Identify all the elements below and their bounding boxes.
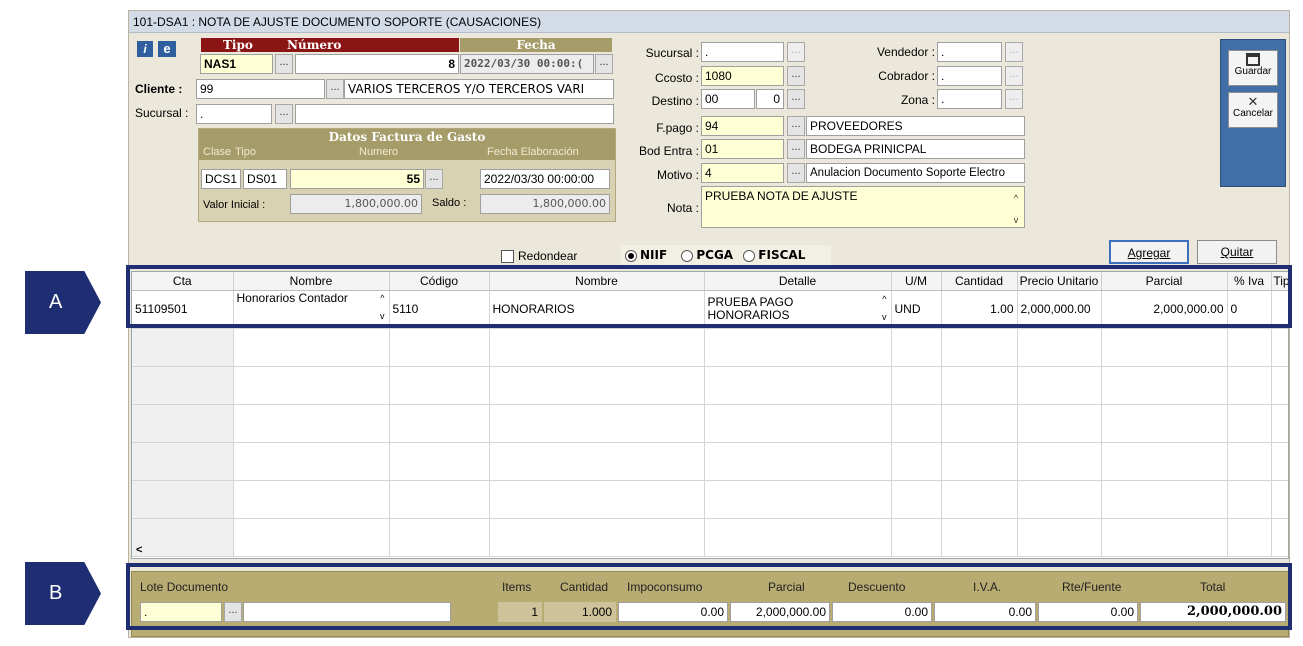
sucursal-name-field[interactable] bbox=[295, 104, 614, 124]
sucursal-lookup-button[interactable]: ... bbox=[275, 104, 293, 124]
saldo-field[interactable]: 1,800,000.00 bbox=[480, 194, 610, 214]
cobrador-label: Cobrador : bbox=[878, 69, 935, 83]
nota-scroll-up-icon[interactable]: ^ bbox=[1011, 189, 1021, 207]
cobrador-lookup-button[interactable]: ... bbox=[1005, 66, 1023, 86]
vendedor-lookup-button[interactable]: ... bbox=[1005, 42, 1023, 62]
destino-lookup-button[interactable]: ... bbox=[787, 89, 805, 109]
table-row[interactable] bbox=[132, 480, 1288, 519]
quitar-button[interactable]: Quitar bbox=[1197, 240, 1277, 264]
nota-field[interactable]: PRUEBA NOTA DE AJUSTE ^ v bbox=[701, 186, 1025, 228]
factura-tipo-field[interactable]: DS01 bbox=[243, 169, 287, 189]
agregar-button[interactable]: Agregar bbox=[1109, 240, 1189, 264]
cliente-code-field[interactable]: 99 bbox=[196, 79, 325, 99]
table-row[interactable] bbox=[132, 328, 1288, 367]
annotation-b: B bbox=[25, 562, 101, 625]
action-side-panel: Guardar ✕ Cancelar bbox=[1220, 39, 1286, 187]
e-doc-icon[interactable]: e bbox=[158, 41, 176, 57]
annotation-a-box bbox=[126, 265, 1292, 328]
bodentra-lookup-button[interactable]: ... bbox=[787, 139, 805, 159]
table-row[interactable] bbox=[132, 366, 1288, 405]
destino-num-field[interactable]: 0 bbox=[756, 89, 784, 109]
factura-column-headers: Clase Tipo Numero Fecha Elaboración bbox=[199, 145, 615, 160]
cancel-icon: ✕ bbox=[1247, 94, 1259, 109]
sucursal-field[interactable]: . bbox=[196, 104, 272, 124]
nota-scroll-down-icon[interactable]: v bbox=[1011, 211, 1021, 227]
cliente-label: Cliente : bbox=[135, 82, 183, 96]
contable-radio-group: NIIF PCGA FISCAL bbox=[621, 245, 831, 265]
guardar-button[interactable]: Guardar bbox=[1228, 50, 1278, 86]
horizontal-scroll-left-icon[interactable]: < bbox=[136, 544, 142, 556]
save-icon bbox=[1246, 53, 1260, 66]
numero-field[interactable]: 8 bbox=[295, 54, 459, 74]
sucursal-label: Sucursal : bbox=[135, 106, 189, 120]
redondear-checkbox[interactable]: Redondear bbox=[501, 249, 577, 264]
table-row[interactable] bbox=[132, 442, 1288, 481]
fecha-field[interactable]: 2022/03/30 00:00:( bbox=[460, 54, 594, 74]
tipo-field[interactable]: NAS1 bbox=[200, 54, 273, 74]
cancelar-button[interactable]: ✕ Cancelar bbox=[1228, 92, 1278, 128]
destino-label: Destino : bbox=[651, 94, 699, 108]
tipo-numero-header: Tipo Número bbox=[201, 38, 459, 52]
tipo-lookup-button[interactable]: ... bbox=[275, 54, 293, 74]
factura-panel: Datos Factura de Gasto Clase Tipo Numero… bbox=[198, 128, 616, 222]
info-icon[interactable]: i bbox=[137, 41, 153, 57]
valor-inicial-field[interactable]: 1,800,000.00 bbox=[290, 194, 422, 214]
ccosto-label: Ccosto : bbox=[654, 71, 699, 85]
vendedor-field[interactable]: . bbox=[937, 42, 1002, 62]
cliente-name-field[interactable]: VARIOS TERCEROS Y/O TERCEROS VARI bbox=[344, 79, 614, 99]
destino-field[interactable]: 00 bbox=[701, 89, 755, 109]
motivo-label: Motivo : bbox=[656, 168, 699, 182]
fecha-button[interactable]: ... bbox=[595, 54, 613, 74]
motivo-desc-field[interactable]: Anulacion Documento Soporte Electro bbox=[806, 163, 1025, 183]
valor-inicial-label: Valor Inicial : bbox=[203, 199, 266, 211]
sucursal2-field[interactable]: . bbox=[701, 42, 784, 62]
factura-lookup-button[interactable]: ... bbox=[425, 169, 443, 189]
fpago-lookup-button[interactable]: ... bbox=[787, 116, 805, 136]
annotation-a: A bbox=[25, 271, 101, 334]
fiscal-radio[interactable]: FISCAL bbox=[743, 248, 805, 262]
saldo-label: Saldo : bbox=[432, 197, 467, 209]
cobrador-field[interactable]: . bbox=[937, 66, 1002, 86]
bodentra-desc-field[interactable]: BODEGA PRINICPAL bbox=[806, 139, 1025, 159]
table-row[interactable] bbox=[132, 404, 1288, 443]
fpago-desc-field[interactable]: PROVEEDORES bbox=[806, 116, 1025, 136]
fpago-field[interactable]: 94 bbox=[701, 116, 784, 136]
sucursal2-label: Sucursal : bbox=[645, 46, 699, 60]
ccosto-field[interactable]: 1080 bbox=[701, 66, 784, 86]
motivo-field[interactable]: 4 bbox=[701, 163, 784, 183]
annotation-b-box bbox=[126, 563, 1292, 630]
nota-label: Nota : bbox=[666, 201, 699, 215]
table-row[interactable] bbox=[132, 518, 1288, 557]
zona-field[interactable]: . bbox=[937, 89, 1002, 109]
vendedor-label: Vendedor : bbox=[876, 45, 935, 59]
factura-clase-field[interactable]: DCS1 bbox=[201, 169, 241, 189]
zona-lookup-button[interactable]: ... bbox=[1005, 89, 1023, 109]
ccosto-lookup-button[interactable]: ... bbox=[787, 66, 805, 86]
fecha-header: Fecha bbox=[460, 38, 612, 52]
factura-numero-field[interactable]: 55 bbox=[290, 169, 424, 189]
factura-fecha-field[interactable]: 2022/03/30 00:00:00 bbox=[480, 169, 610, 189]
niif-radio[interactable]: NIIF bbox=[625, 248, 667, 262]
fpago-label: F.pago : bbox=[656, 121, 699, 135]
pcga-radio[interactable]: PCGA bbox=[681, 248, 733, 262]
motivo-lookup-button[interactable]: ... bbox=[787, 163, 805, 183]
bodentra-field[interactable]: 01 bbox=[701, 139, 784, 159]
bodentra-label: Bod Entra : bbox=[638, 144, 699, 158]
sucursal2-lookup-button[interactable]: ... bbox=[787, 42, 805, 62]
factura-title: Datos Factura de Gasto bbox=[199, 129, 615, 145]
zona-label: Zona : bbox=[900, 93, 935, 107]
window-title: 101-DSA1 : NOTA DE AJUSTE DOCUMENTO SOPO… bbox=[129, 11, 1289, 33]
cliente-lookup-button[interactable]: ... bbox=[326, 79, 344, 99]
